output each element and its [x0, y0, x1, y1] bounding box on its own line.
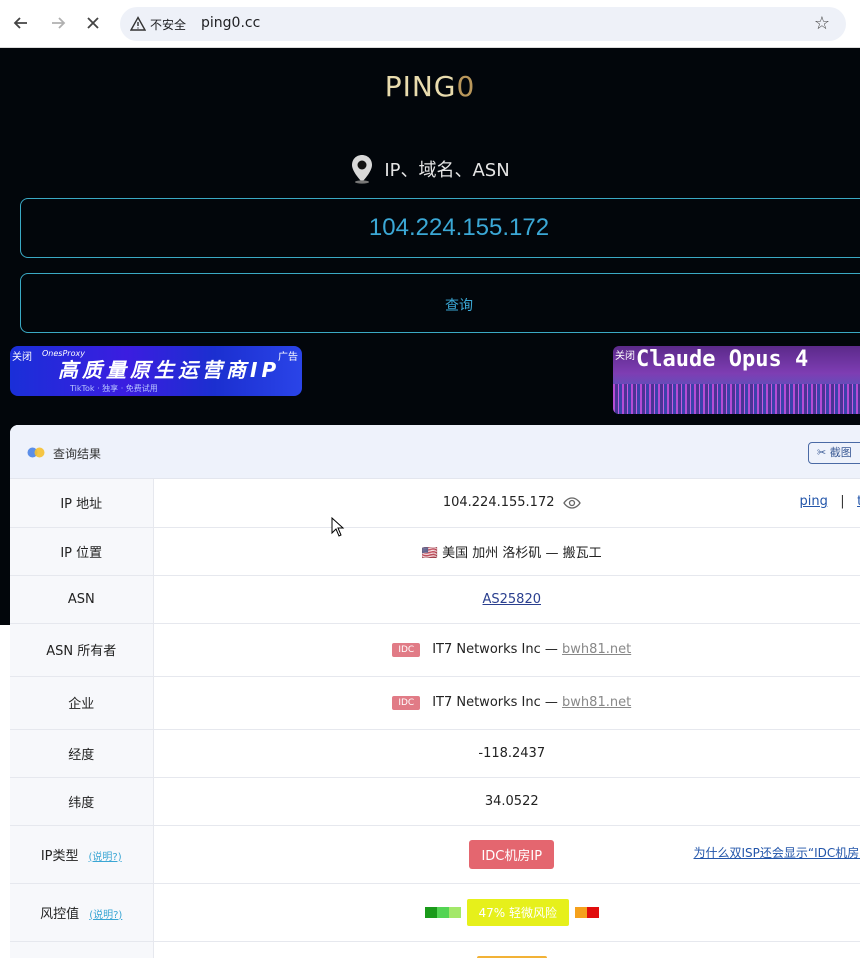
- iptype-badge: IDC机房IP: [469, 839, 555, 869]
- back-icon[interactable]: [8, 10, 34, 36]
- url-text[interactable]: ping0.cc: [201, 15, 260, 31]
- asn-owner-label: ASN 所有者: [10, 623, 154, 677]
- asn-cell: AS25820: [153, 575, 860, 624]
- table-row: IP类型 (说明?) IDC机房IP 为什么双ISP还会显示“IDC机房IP: [10, 825, 860, 884]
- result-logo-icon: [27, 447, 45, 458]
- result-title: 查询结果: [53, 447, 102, 461]
- scissors-icon: ✂: [817, 446, 827, 459]
- address-bar[interactable]: 不安全 ping0.cc ☆: [120, 7, 846, 41]
- org-cell: IDC IT7 Networks Inc — bwh81.net: [153, 676, 860, 730]
- risk-scale-low: [424, 906, 461, 918]
- org-label: 企业: [10, 676, 154, 730]
- ad-banner-left[interactable]: 关闭 OnesProxy 广告 高质量原生运营商IP TikTok · 独享 ·…: [10, 346, 302, 396]
- ad-banner-right[interactable]: 关闭 Claude Opus 4: [613, 346, 860, 414]
- ad-close-button[interactable]: 关闭: [12, 348, 32, 363]
- ad-subline: TikTok · 独享 · 免费试用: [70, 384, 158, 393]
- ad-close-button[interactable]: 关闭: [615, 347, 635, 362]
- org-domain-link[interactable]: bwh81.net: [562, 695, 631, 710]
- risk-label-cell: 风控值 (说明?): [10, 883, 154, 942]
- risk-scale-high: [575, 906, 599, 918]
- iptype-cell: IDC机房IP 为什么双ISP还会显示“IDC机房IP: [153, 825, 860, 884]
- iptype-label-cell: IP类型 (说明?): [10, 825, 154, 884]
- warning-icon: [130, 16, 146, 31]
- location-value: 🇺🇸 美国 加州 洛杉矶 — 搬瓦工: [153, 527, 860, 576]
- org-value: IT7 Networks Inc —: [432, 695, 563, 710]
- eye-icon[interactable]: [562, 497, 581, 509]
- latitude-label: 纬度: [10, 777, 154, 826]
- table-row: IP 位置 🇺🇸 美国 加州 洛杉矶 — 搬瓦工: [10, 527, 860, 576]
- ip-cell: 104.224.155.172 ping | tr: [153, 479, 860, 528]
- mouse-cursor-icon: [331, 517, 345, 537]
- stop-loading-icon[interactable]: [80, 10, 106, 36]
- browser-toolbar: 不安全 ping0.cc ☆: [0, 0, 860, 48]
- asn-owner-domain-link[interactable]: bwh81.net: [562, 642, 631, 657]
- query-button-label: 查询: [445, 298, 473, 314]
- search-input[interactable]: 104.224.155.172: [20, 198, 860, 258]
- longitude-label: 经度: [10, 729, 154, 778]
- location-pin-icon: [352, 155, 373, 184]
- ping-link[interactable]: ping: [800, 494, 828, 509]
- risk-help-link[interactable]: (说明?): [89, 910, 122, 921]
- query-button[interactable]: 查询: [20, 273, 860, 333]
- result-header: 查询结果 ✂ 截图: [10, 425, 860, 479]
- result-card: 查询结果 ✂ 截图 IP 地址 104.224.155.172 ping | t…: [10, 425, 860, 958]
- tool-links: ping | tr: [800, 494, 860, 509]
- longitude-value: -118.2437: [153, 729, 860, 778]
- asn-owner-value: IT7 Networks Inc —: [432, 642, 563, 657]
- ad-headline: Claude Opus 4: [636, 347, 809, 372]
- screenshot-button[interactable]: ✂ 截图: [808, 442, 860, 464]
- bookmark-star-icon[interactable]: ☆: [814, 13, 830, 34]
- risk-meter: 47% 轻微风险: [424, 898, 599, 926]
- ad-tag: 广告: [278, 352, 298, 363]
- ad-headline: 高质量原生运营商IP: [58, 358, 281, 382]
- screenshot-button-label: 截图: [829, 446, 852, 459]
- link-separator: |: [840, 494, 845, 509]
- iptype-help-link[interactable]: (说明?): [89, 852, 122, 863]
- forward-icon[interactable]: [45, 10, 71, 36]
- logo-text: PING: [384, 70, 457, 103]
- risk-label: 风控值: [40, 906, 80, 922]
- location-label: IP 位置: [10, 527, 154, 576]
- ad-graphic: [613, 384, 860, 414]
- table-row: 经度 -118.2437: [10, 729, 860, 778]
- hint-text: IP、域名、ASN: [384, 160, 510, 181]
- table-row: 风控值 (说明?) 47% 轻微风险: [10, 883, 860, 942]
- security-label[interactable]: 不安全: [150, 16, 186, 33]
- search-hint: IP、域名、ASN: [0, 154, 860, 184]
- asn-label: ASN: [10, 575, 154, 624]
- table-row: 纬度 34.0522: [10, 777, 860, 826]
- logo-zero: 0: [456, 70, 476, 103]
- site-logo[interactable]: PING0: [0, 70, 860, 103]
- idc-badge: IDC: [392, 642, 421, 657]
- table-row: [10, 941, 860, 958]
- search-input-value[interactable]: 104.224.155.172: [21, 214, 860, 242]
- iptype-explain-link[interactable]: 为什么双ISP还会显示“IDC机房IP: [694, 844, 860, 861]
- idc-badge: IDC: [392, 695, 421, 710]
- table-row: ASN AS25820: [10, 575, 860, 624]
- risk-cell: 47% 轻微风险: [153, 883, 860, 942]
- table-row: ASN 所有者 IDC IT7 Networks Inc — bwh81.net: [10, 623, 860, 677]
- risk-value: 47% 轻微风险: [466, 898, 569, 926]
- iptype-label: IP类型: [40, 848, 79, 864]
- table-row: IP 地址 104.224.155.172 ping | tr: [10, 479, 860, 528]
- result-table: IP 地址 104.224.155.172 ping | tr IP 位置 🇺🇸…: [10, 479, 860, 958]
- ip-value: 104.224.155.172: [442, 495, 555, 511]
- asn-link[interactable]: AS25820: [483, 592, 542, 607]
- table-row: 企业 IDC IT7 Networks Inc — bwh81.net: [10, 676, 860, 730]
- ip-label: IP 地址: [10, 479, 154, 528]
- latitude-value: 34.0522: [153, 777, 860, 826]
- asn-owner-cell: IDC IT7 Networks Inc — bwh81.net: [153, 623, 860, 677]
